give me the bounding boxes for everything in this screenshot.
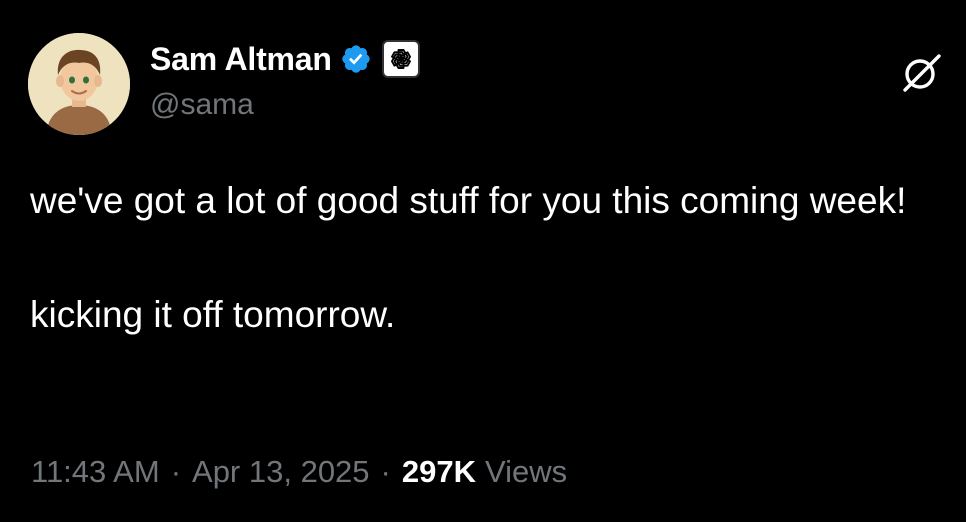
tweet-paragraph: we've got a lot of good stuff for you th…: [30, 180, 907, 221]
verified-badge-icon[interactable]: [340, 43, 372, 75]
avatar-illustration: [28, 33, 130, 135]
meta-separator: ·: [170, 454, 182, 489]
views-count: 297K: [401, 454, 476, 489]
tweet-time[interactable]: 11:43 AM: [31, 454, 160, 490]
author-handle[interactable]: @sama: [150, 88, 254, 122]
tweet-text: we've got a lot of good stuff for you th…: [30, 172, 930, 343]
views-label: Views: [484, 454, 568, 489]
tweet-metadata: 11:43 AM · Apr 13, 2025 · 297K Views: [31, 454, 567, 490]
tweet-paragraph: kicking it off tomorrow.: [30, 294, 396, 335]
author-display-name[interactable]: Sam Altman: [150, 41, 332, 78]
avatar[interactable]: [28, 33, 130, 135]
meta-separator: ·: [380, 454, 391, 489]
grok-icon[interactable]: [898, 48, 946, 96]
author-name-row: Sam Altman: [150, 38, 420, 80]
tweet-date[interactable]: Apr 13, 2025: [192, 454, 370, 490]
openai-logo-icon[interactable]: [381, 40, 420, 78]
tweet-card: Sam Altman @sama we've got a lot of good…: [0, 0, 966, 522]
